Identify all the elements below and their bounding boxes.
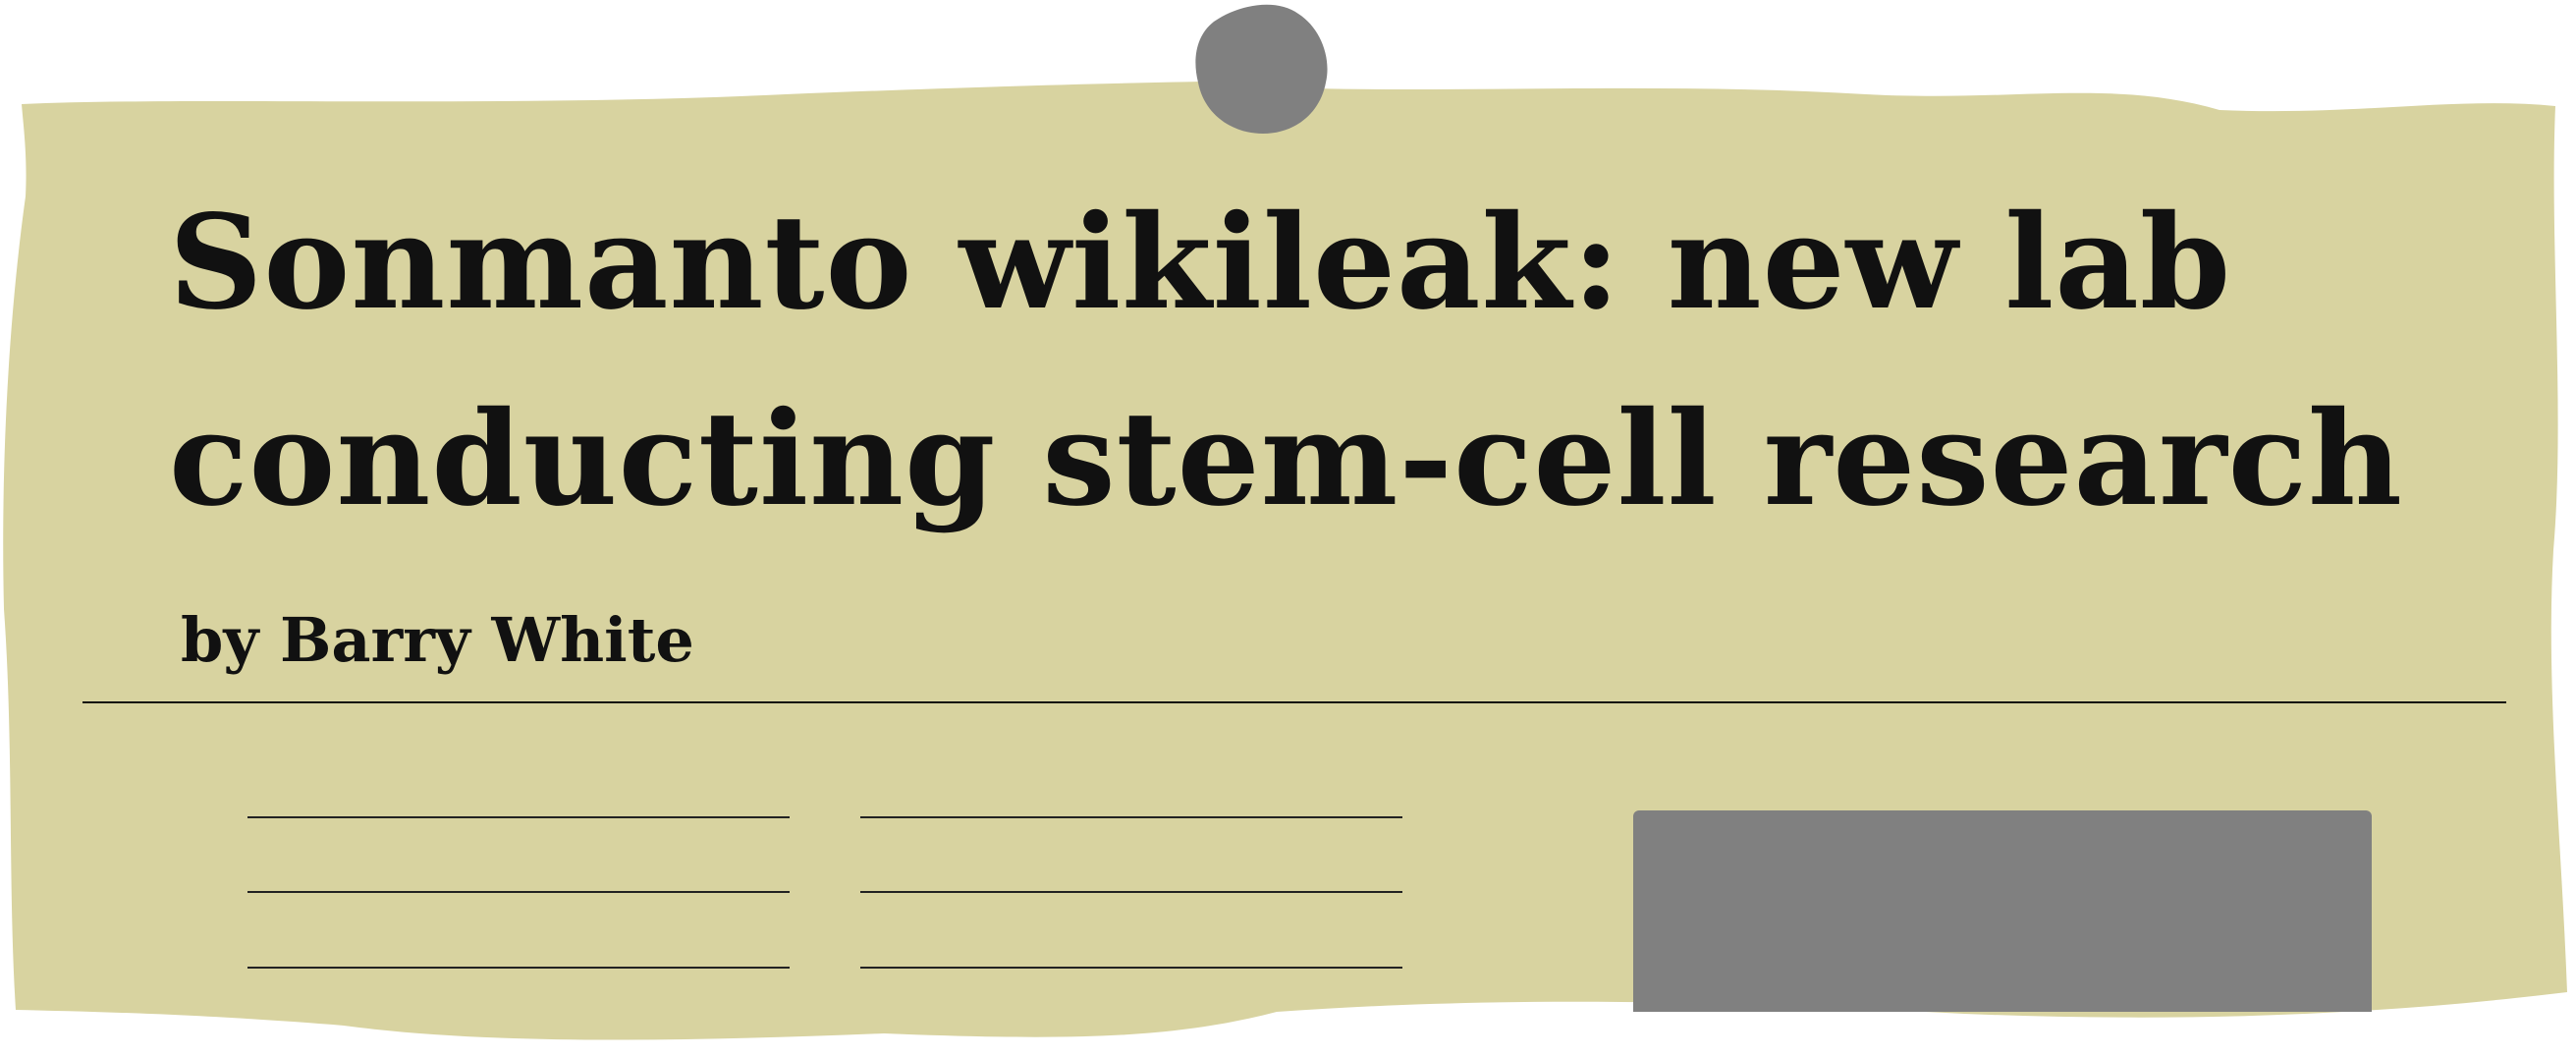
text-line — [860, 816, 1402, 818]
headline-line-1: Sonmanto wikileak: new lab — [169, 187, 2232, 339]
text-line — [247, 891, 790, 893]
headline-line-2: conducting stem-cell research — [169, 383, 2403, 535]
headline: Sonmanto wikileak: new lab conducting st… — [169, 165, 2477, 558]
text-line — [860, 967, 1402, 969]
text-line — [247, 967, 790, 969]
text-line — [860, 891, 1402, 893]
header-divider — [82, 701, 2506, 703]
newspaper-clipping-scene: Sonmanto wikileak: new lab conducting st… — [0, 0, 2576, 1057]
pin-icon — [1195, 4, 1328, 134]
photo-placeholder — [1633, 810, 2372, 1012]
text-line — [247, 816, 790, 818]
byline: by Barry White — [181, 604, 694, 676]
